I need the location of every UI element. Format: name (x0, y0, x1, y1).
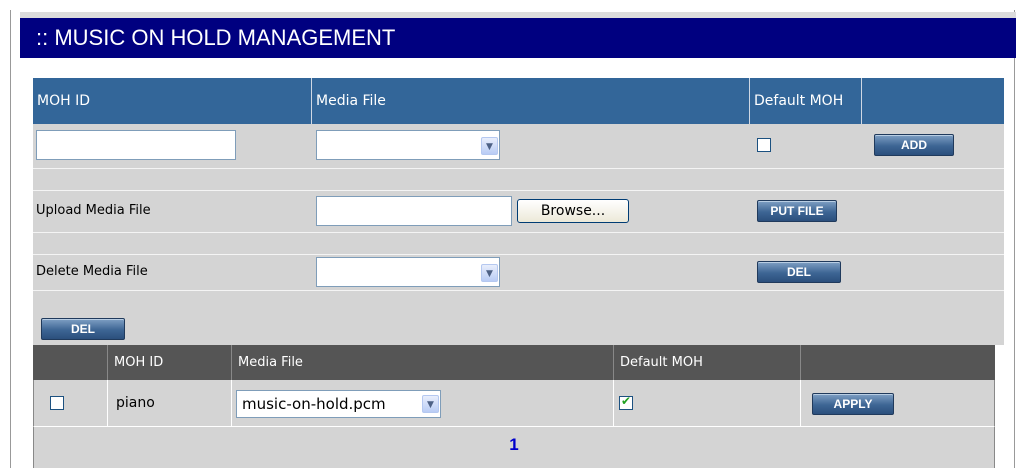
delete-label: Delete Media File (36, 264, 148, 279)
header-media-file: Media File (312, 78, 750, 124)
moh-id-input[interactable] (36, 130, 236, 160)
header-default-moh: Default MOH (750, 78, 862, 124)
list-toolbar (33, 290, 1004, 345)
chevron-down-icon: ▼ (422, 395, 439, 413)
apply-button[interactable]: APPLY (812, 393, 894, 415)
chevron-down-icon: ▼ (481, 264, 498, 282)
upload-label: Upload Media File (36, 203, 151, 218)
row-moh-id: piano (116, 395, 155, 411)
delete-row (33, 254, 1004, 290)
cell-select (33, 380, 108, 427)
row-media-file-select[interactable]: music-on-hold.pcm ▼ (236, 390, 441, 418)
table-header: MOH ID Media File Default MOH (33, 345, 995, 380)
pager: 1 (33, 427, 995, 468)
media-file-select[interactable]: ▼ (316, 130, 500, 160)
put-file-button[interactable]: PUT FILE (757, 200, 837, 222)
add-button[interactable]: ADD (874, 134, 954, 156)
col-action (801, 345, 995, 380)
header-blank (862, 78, 1004, 124)
cell-default (614, 380, 801, 427)
add-form-header: MOH ID Media File Default MOH (33, 78, 1004, 124)
row-default-checkbox[interactable] (619, 394, 633, 410)
row-select-checkbox[interactable] (50, 396, 64, 410)
cell-moh-id: piano (108, 380, 232, 427)
delete-file-select[interactable]: ▼ (316, 257, 500, 287)
row-media-file-value: music-on-hold.pcm (242, 395, 386, 413)
spacer-band (33, 168, 1004, 190)
spacer-band-2 (33, 232, 1004, 254)
upload-file-input[interactable] (316, 196, 512, 226)
chevron-down-icon: ▼ (481, 137, 498, 155)
page-title: :: MUSIC ON HOLD MANAGEMENT (20, 18, 1016, 58)
col-moh-id: MOH ID (108, 345, 232, 380)
browse-button[interactable]: Browse... (517, 199, 629, 223)
list-del-button[interactable]: DEL (41, 318, 125, 340)
header-moh-id: MOH ID (33, 78, 312, 124)
col-select (33, 345, 108, 380)
delete-file-button[interactable]: DEL (757, 261, 841, 283)
page-link[interactable]: 1 (34, 435, 994, 455)
default-moh-checkbox[interactable] (757, 138, 771, 152)
col-media-file: Media File (232, 345, 614, 380)
col-default-moh: Default MOH (614, 345, 801, 380)
